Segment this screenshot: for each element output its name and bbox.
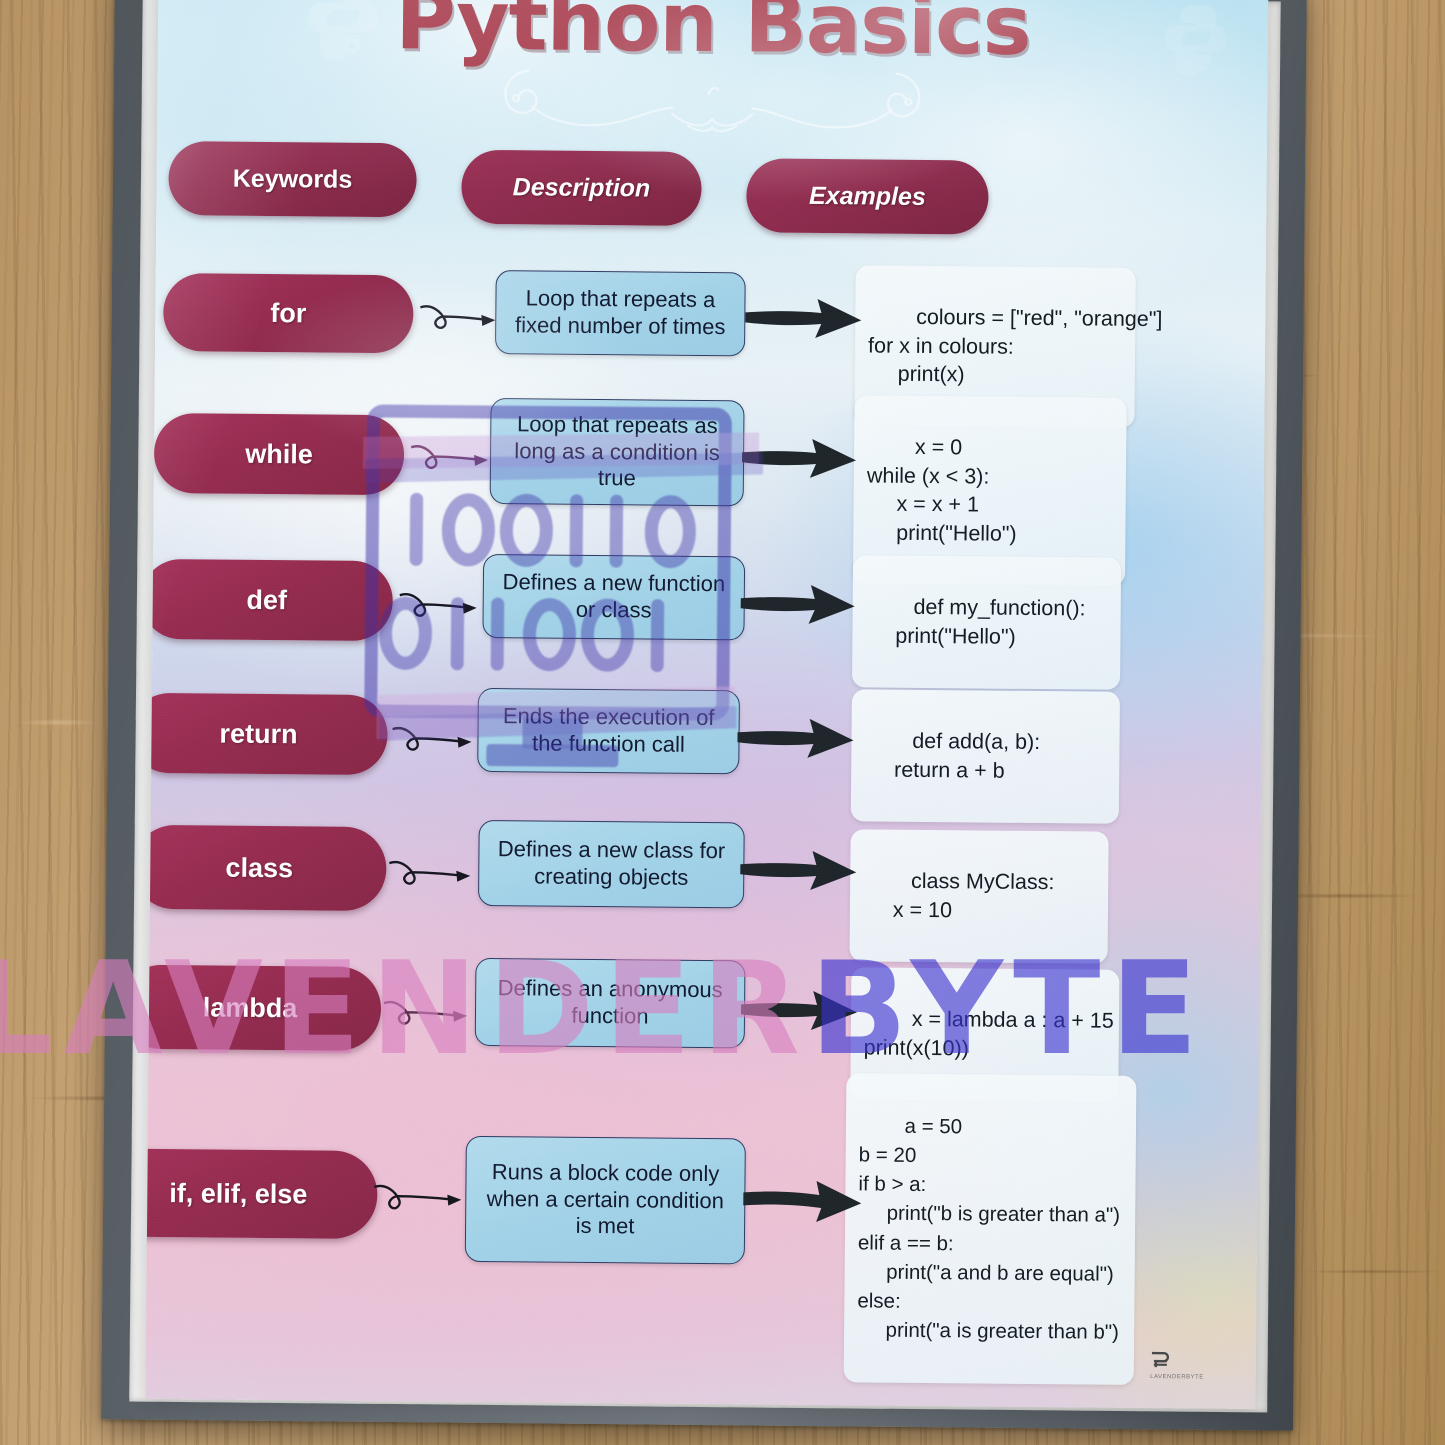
example-code: a = 50 b = 20 if b > a: print("b is grea… [857,1114,1121,1344]
squiggle-connector [388,861,471,885]
table-row: if, elif, else Runs a block code only wh… [145,1073,1258,1385]
keyword-pill: while [153,412,405,496]
arrow-icon [737,718,854,758]
example-box: def add(a, b): return a + b [850,689,1120,824]
keyword-pill: if, elif, else [145,1148,378,1240]
keyword-pill: for [162,273,414,354]
keyword-label: lambda [202,991,298,1023]
arrow-icon [740,584,855,624]
keyword-label: while [245,438,313,469]
description-box: Loop that repeats a fixed number of time… [494,270,746,357]
keyword-pill: class [145,824,387,912]
example-box: def my_function(): print("Hello") [851,555,1122,690]
column-header-keywords-label: Keywords [232,164,353,194]
arrow-icon [745,298,862,338]
example-box: a = 50 b = 20 if b > a: print("b is grea… [843,1073,1137,1385]
description-text: Ends the execution of the function call [502,703,715,757]
example-code: def add(a, b): return a + b [864,729,1041,783]
squiggle-connector [399,593,477,617]
keyword-label: class [225,852,294,883]
squiggle-connector [420,305,496,329]
column-header-examples: Examples [746,158,989,235]
description-text: Loop that repeats as long as a condition… [514,411,720,491]
corner-logo: LAVENDERBYTE [1150,1351,1204,1381]
description-box: Defines an anonymous function [474,957,746,1049]
description-box: Defines a new function or class [482,553,746,641]
keyword-pill: lambda [145,964,382,1052]
page-title: Python Basics [395,0,1031,74]
column-header-keywords: Keywords [168,141,417,218]
arrow-icon [742,438,857,478]
description-box: Loop that repeats as long as a condition… [489,398,745,507]
example-code: colours = ["red", "orange"] for x in col… [867,305,1163,387]
keyword-pill: return [145,692,388,776]
keyword-label: if, elif, else [169,1177,308,1209]
flourish-decoration [504,69,921,133]
keyword-label: return [219,718,298,749]
description-box: Ends the execution of the function call [477,687,740,775]
photo-scene: Python Basics Keywords Description Examp… [0,0,1445,1445]
corner-logo-icon [1152,1351,1170,1368]
arrow-icon [740,850,857,890]
example-code: class MyClass: x = 10 [862,869,1055,922]
example-code: x = lambda a : a + 15 print(x(10)) [863,1007,1114,1061]
python-basics-poster: Python Basics Keywords Description Examp… [145,0,1269,1410]
keyword-label: def [246,584,288,615]
squiggle-connector [392,727,472,751]
description-text: Defines an anonymous function [497,975,723,1029]
keyword-label: for [270,297,307,328]
squiggle-connector [383,1000,467,1025]
column-header-examples-label: Examples [808,181,926,211]
example-box: class MyClass: x = 10 [849,829,1109,964]
description-text: Defines a new class for creating objects [497,836,726,890]
column-header-description: Description [461,149,702,226]
example-code: x = 0 while (x < 3): x = x + 1 print("He… [866,435,1017,546]
table-row: for Loop that repeats a fixed number of … [156,259,1266,428]
corner-logo-text: LAVENDERBYTE [1150,1374,1204,1381]
description-box: Runs a block code only when a certain co… [464,1135,746,1265]
description-box: Defines a new class for creating objects [477,819,745,909]
example-code: def my_function(): print("Hello") [865,595,1086,649]
column-headers: Keywords Description Examples [156,141,1267,235]
column-header-description-label: Description [512,172,651,202]
squiggle-connector [374,1184,462,1210]
description-text: Runs a block code only when a certain co… [486,1158,725,1239]
description-text: Loop that repeats a fixed number of time… [514,285,726,340]
squiggle-connector [410,445,489,469]
keyword-pill: def [145,558,394,642]
arrow-icon [741,990,858,1030]
description-text: Defines a new function or class [502,569,726,623]
